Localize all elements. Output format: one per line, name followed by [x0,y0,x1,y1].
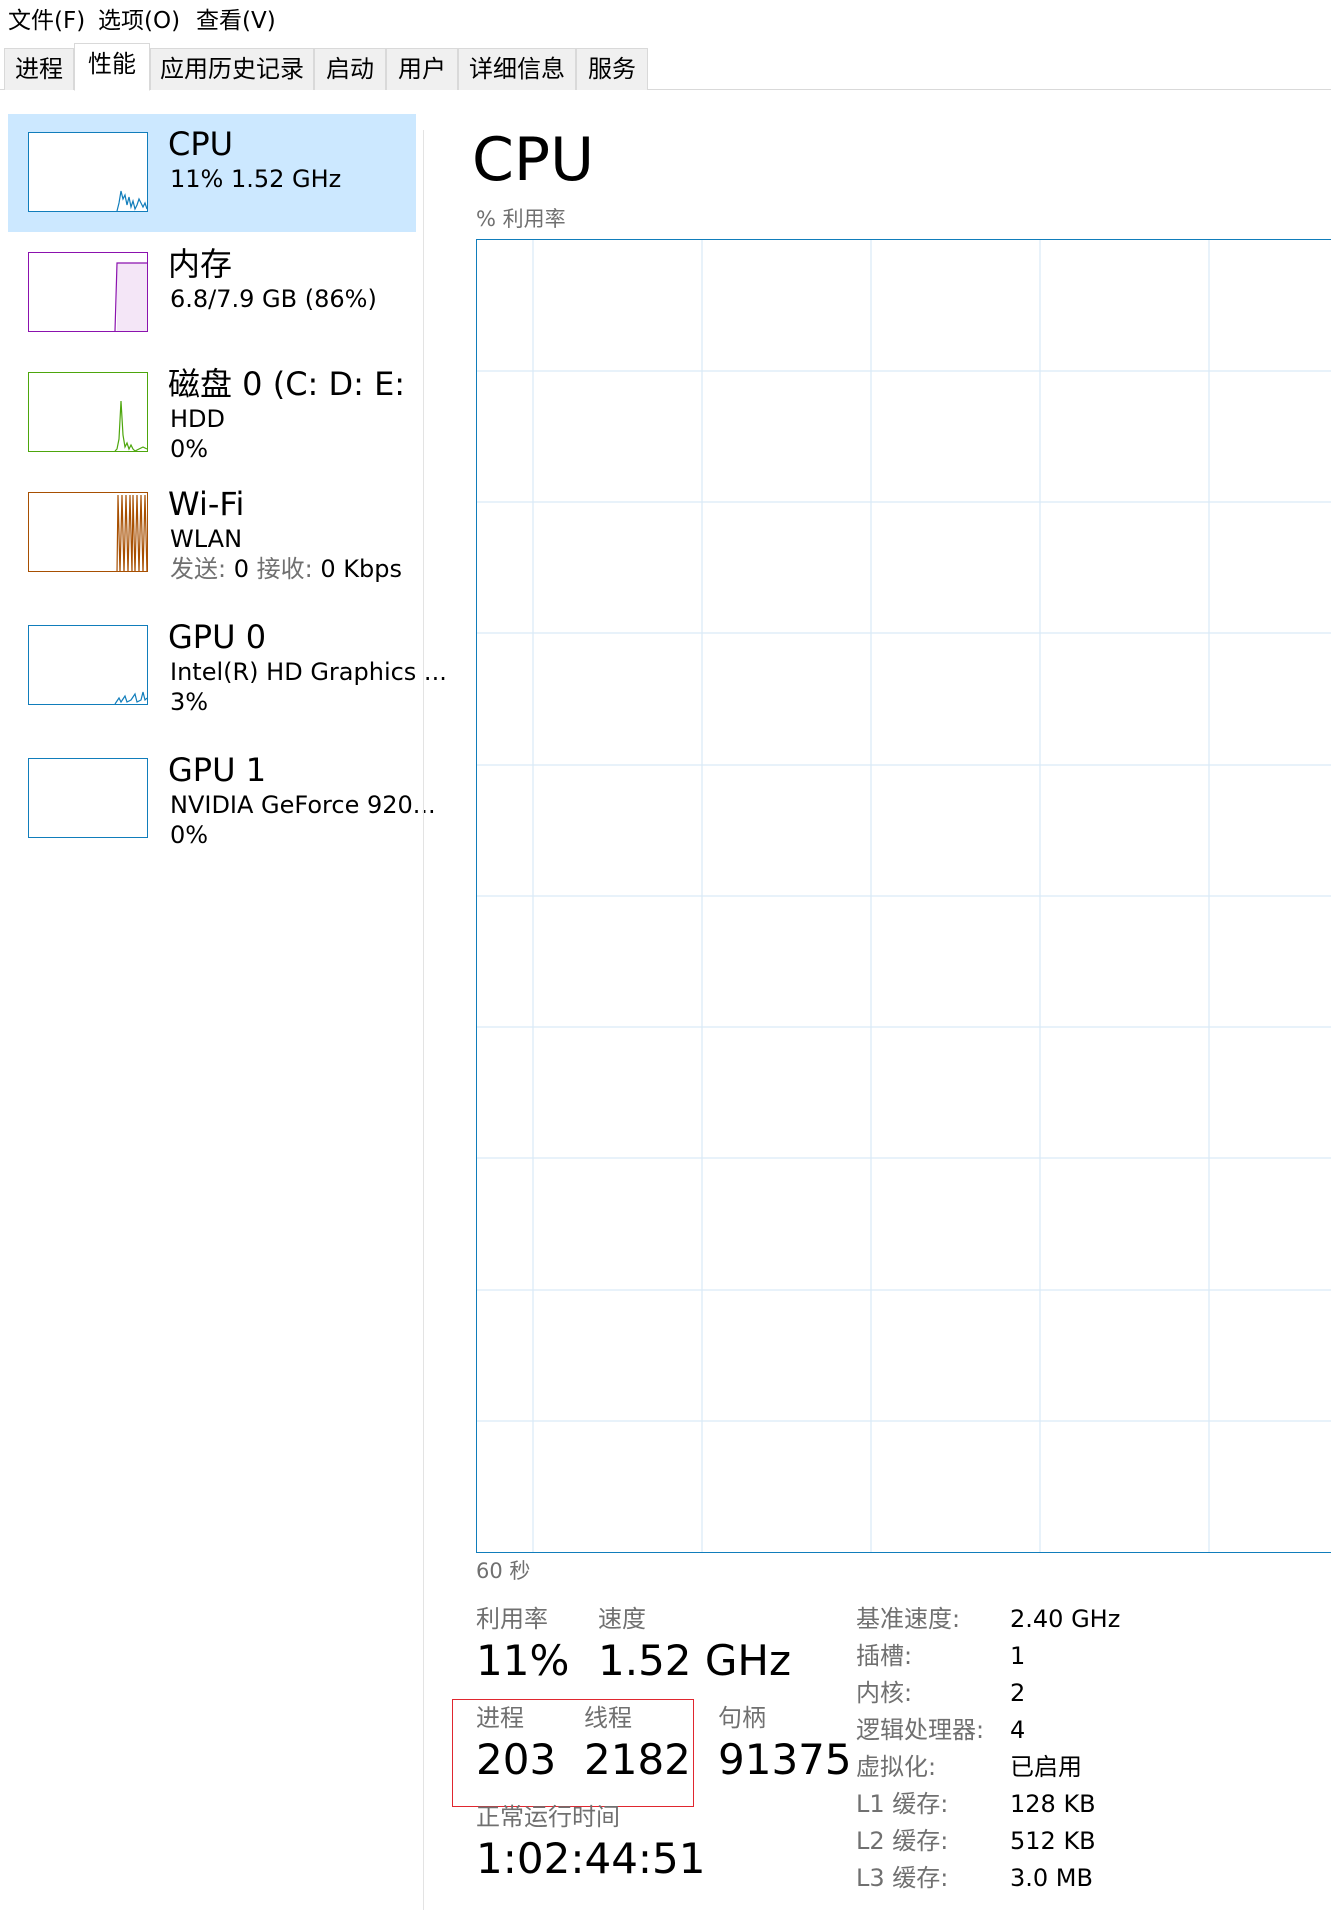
sidebar-item-gpu0[interactable]: GPU 0 Intel(R) HD Graphics ... 3% [8,607,447,725]
sidebar-item-memory[interactable]: 内存 6.8/7.9 GB (86%) [8,234,416,352]
cpu-utilization-graph [476,239,1331,1553]
sidebar-item-disk[interactable]: 磁盘 0 (C: D: E: F:) HDD 0% [8,354,418,472]
graph-time-label: 60 秒 [476,1559,531,1583]
gpu1-item-usage: 0% [170,821,209,849]
spec-l1-cache-label: L1 缓存: [856,1790,949,1818]
menu-view[interactable]: 查看(V) [196,6,276,36]
sidebar-item-cpu[interactable]: CPU 11% 1.52 GHz [8,114,416,232]
spec-logical-processors-value: 4 [1010,1716,1026,1744]
graph-utilization-label: % 利用率 [476,207,566,231]
tab-services[interactable]: 服务 [576,48,648,90]
utilization-value: 11% [476,1636,570,1685]
sidebar-item-wifi[interactable]: Wi-Fi WLAN 发送: 0 接收: 0 Kbps [8,474,416,592]
spec-virtualization-value: 已启用 [1010,1753,1082,1781]
disk-item-title: 磁盘 0 (C: D: E: F:) [168,365,418,403]
threads-value: 2182 [584,1735,691,1784]
graph-grid [477,240,1331,1552]
speed-value: 1.52 GHz [598,1636,792,1685]
gpu0-thumbnail-graph [28,625,148,705]
spec-cores-label: 内核: [856,1679,913,1707]
cpu-detail-panel: CPU % 利用率 60 秒 利用率 11% 速度 1.52 GHz 进程 20… [424,91,1331,1910]
speed-label: 速度 [598,1605,646,1633]
tab-performance[interactable]: 性能 [74,43,150,91]
threads-label: 线程 [584,1704,632,1732]
spec-logical-processors-label: 逻辑处理器: [856,1716,985,1744]
wifi-item-title: Wi-Fi [168,485,245,523]
wifi-item-adapter: WLAN [170,525,243,553]
spec-l2-cache-value: 512 KB [1010,1827,1096,1855]
receive-label: 接收: [256,555,313,583]
page-title: CPU [472,125,594,195]
tab-users[interactable]: 用户 [386,48,458,90]
tab-processes[interactable]: 进程 [4,48,74,90]
processes-label: 进程 [476,1704,524,1732]
gpu1-item-name: NVIDIA GeForce 920... [170,791,436,819]
sidebar-item-gpu1[interactable]: GPU 1 NVIDIA GeForce 920... 0% [8,740,436,858]
uptime-label: 正常运行时间 [476,1803,620,1831]
memory-item-title: 内存 [168,245,233,283]
spec-l2-cache-label: L2 缓存: [856,1827,949,1855]
spec-base-speed-value: 2.40 GHz [1010,1605,1121,1633]
cpu-thumbnail-graph [28,132,148,212]
spec-cores-value: 2 [1010,1679,1026,1707]
memory-item-usage: 6.8/7.9 GB (86%) [170,285,377,313]
tab-details[interactable]: 详细信息 [458,48,576,90]
tab-startup[interactable]: 启动 [314,48,386,90]
cpu-item-usage: 11% 1.52 GHz [170,165,342,193]
send-value: 0 [233,555,250,583]
handles-label: 句柄 [718,1704,766,1732]
handles-value: 91375 [718,1735,852,1784]
receive-value: 0 Kbps [320,555,402,583]
send-label: 发送: [170,555,227,583]
gpu0-item-title: GPU 0 [168,618,267,656]
spec-virtualization-label: 虚拟化: [856,1753,937,1781]
processes-value: 203 [476,1735,557,1784]
wifi-item-throughput: 发送: 0 接收: 0 Kbps [170,554,402,584]
menu-file[interactable]: 文件(F) [8,6,85,36]
spec-l3-cache-label: L3 缓存: [856,1864,949,1892]
disk-thumbnail-graph [28,372,148,452]
memory-thumbnail-graph [28,252,148,332]
uptime-value: 1:02:44:51 [476,1834,706,1883]
gpu1-thumbnail-graph [28,758,148,838]
menu-options[interactable]: 选项(O) [98,6,180,36]
spec-sockets-value: 1 [1010,1642,1026,1670]
disk-item-type: HDD [170,405,226,433]
spec-l3-cache-value: 3.0 MB [1010,1864,1093,1892]
gpu0-item-name: Intel(R) HD Graphics ... [170,658,447,686]
gpu0-item-usage: 3% [170,688,209,716]
menu-bar: 文件(F) 选项(O) 查看(V) [0,0,1331,40]
disk-item-usage: 0% [170,435,209,463]
cpu-item-title: CPU [168,125,234,163]
utilization-label: 利用率 [476,1605,548,1633]
spec-sockets-label: 插槽: [856,1642,913,1670]
resource-list: CPU 11% 1.52 GHz 内存 6.8/7.9 GB (86%) 磁盘 … [0,91,447,1910]
spec-base-speed-label: 基准速度: [856,1605,961,1633]
wifi-thumbnail-graph [28,492,148,572]
tab-app-history[interactable]: 应用历史记录 [150,48,314,90]
gpu1-item-title: GPU 1 [168,751,267,789]
tab-strip: 进程 性能 应用历史记录 启动 用户 详细信息 服务 [0,40,1331,91]
spec-l1-cache-value: 128 KB [1010,1790,1096,1818]
